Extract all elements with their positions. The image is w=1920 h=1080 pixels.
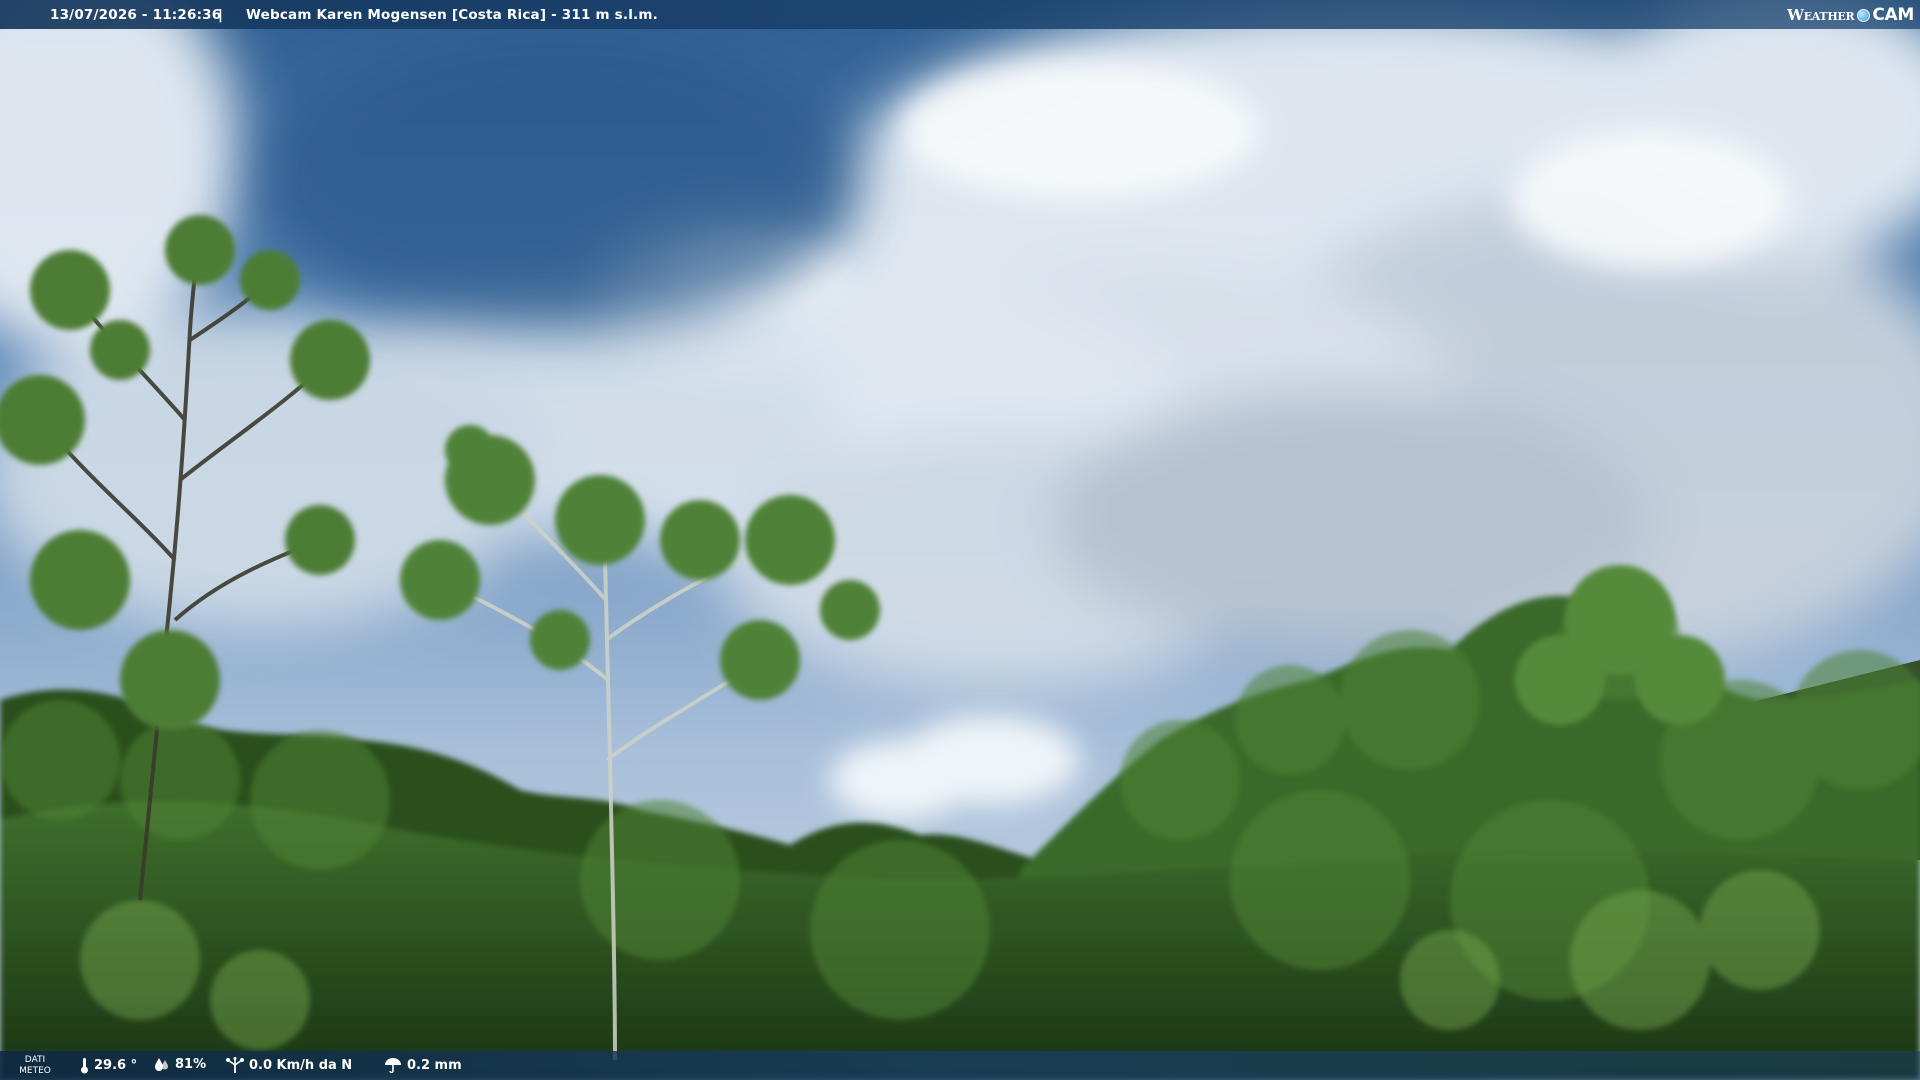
wind-reading: 0.0 Km/h da N bbox=[226, 1057, 352, 1074]
logo-cam-text: CAM bbox=[1872, 5, 1914, 25]
thermometer-icon bbox=[81, 1058, 88, 1074]
weather-label-line1: DATI bbox=[24, 1055, 46, 1065]
temperature-reading: 29.6 ° bbox=[80, 1057, 137, 1074]
umbrella-icon bbox=[385, 1058, 401, 1073]
webcam-image bbox=[0, 0, 1920, 1080]
logo-weather-text: Weather bbox=[1787, 6, 1855, 24]
globe-icon bbox=[1857, 8, 1871, 22]
webcam-view: 13/07/2026 - 11:26:36 | Webcam Karen Mog… bbox=[0, 0, 1920, 1080]
weather-data-label: DATI METEO bbox=[16, 1055, 54, 1077]
header-separator: | bbox=[218, 7, 224, 23]
wind-value: 0.0 Km/h da N bbox=[249, 1058, 353, 1073]
droplet-icon bbox=[155, 1058, 168, 1071]
humidity-reading: 81% bbox=[154, 1057, 206, 1072]
rain-reading: 0.2 mm bbox=[384, 1057, 462, 1073]
anemometer-icon bbox=[226, 1057, 244, 1073]
webcam-title: Webcam Karen Mogensen [Costa Rica] - 311… bbox=[246, 7, 658, 23]
blue-sky-patch bbox=[260, 30, 860, 330]
temperature-value: 29.6 ° bbox=[94, 1058, 138, 1073]
header-overlay: 13/07/2026 - 11:26:36 | Webcam Karen Mog… bbox=[0, 0, 1920, 29]
rain-value: 0.2 mm bbox=[407, 1057, 462, 1073]
weathercam-logo: Weather CAM bbox=[1787, 4, 1914, 26]
weather-bar: DATI METEO 29.6 ° 81% 0.0 Km/h da N 0.2 … bbox=[0, 1051, 1920, 1080]
weather-label-line2: METEO bbox=[19, 1066, 51, 1076]
timestamp: 13/07/2026 - 11:26:36 bbox=[50, 7, 222, 23]
humidity-value: 81% bbox=[175, 1057, 207, 1072]
